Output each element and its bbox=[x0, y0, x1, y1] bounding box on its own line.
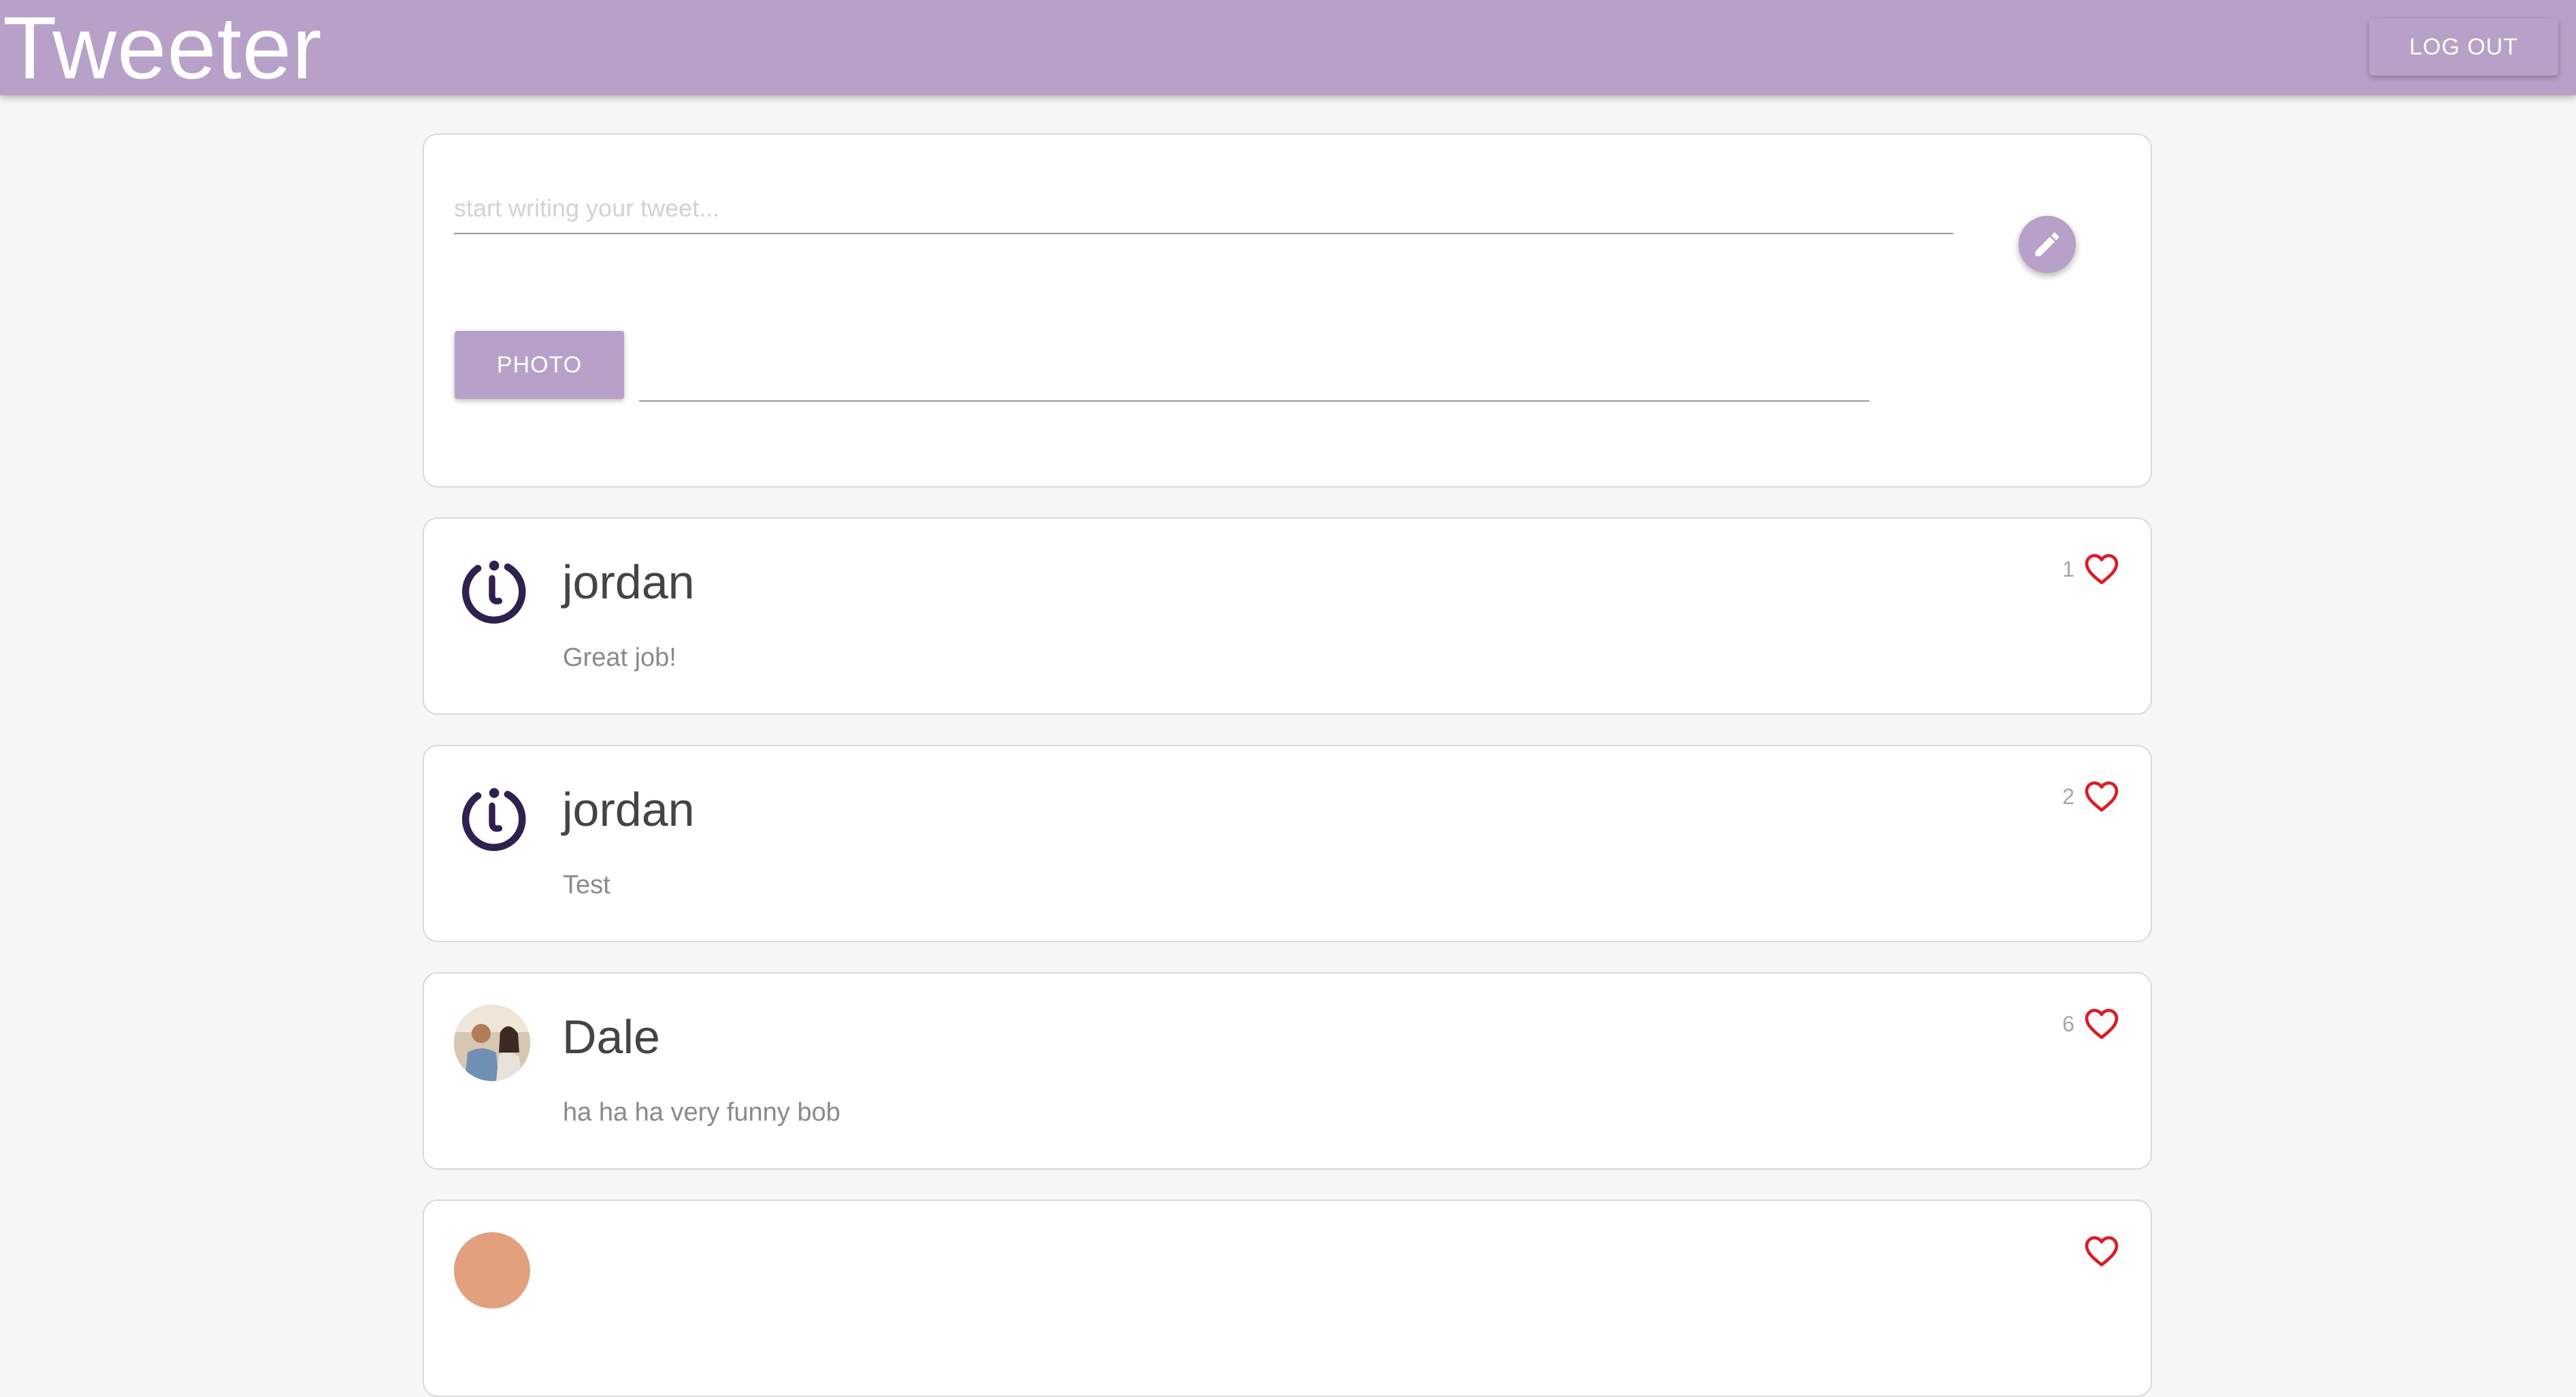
log-out-button[interactable]: LOG OUT bbox=[2369, 18, 2558, 76]
photo-button[interactable]: PHOTO bbox=[455, 331, 624, 399]
tweet-text: ha ha ha very funny bob bbox=[563, 1098, 841, 1127]
avatar[interactable] bbox=[454, 1232, 530, 1308]
photo-file-field[interactable] bbox=[639, 372, 1870, 402]
post-tweet-button[interactable] bbox=[2019, 216, 2076, 273]
like-count: 2 bbox=[2062, 784, 2074, 809]
logo-avatar-icon bbox=[461, 788, 526, 851]
tweet-card: jordan Great job! 1 bbox=[423, 517, 2152, 715]
like-count: 6 bbox=[2062, 1011, 2074, 1036]
tweet-card: jordan Test 2 bbox=[423, 745, 2152, 942]
like-control: 6 bbox=[2062, 1006, 2119, 1042]
tweet-card bbox=[423, 1200, 2152, 1397]
logo-avatar-icon bbox=[461, 560, 526, 624]
photo-avatar-icon bbox=[454, 1005, 530, 1081]
app-bar: Tweeter LOG OUT bbox=[0, 0, 2576, 95]
tweet-text: Test bbox=[563, 871, 610, 899]
tweet-text: Great job! bbox=[563, 643, 676, 672]
tweet-username[interactable]: jordan bbox=[562, 558, 695, 606]
tweet-card: Dale ha ha ha very funny bob 6 bbox=[423, 972, 2152, 1170]
heart-icon[interactable] bbox=[2084, 1008, 2119, 1040]
avatar[interactable] bbox=[454, 550, 530, 626]
like-control: 2 bbox=[2062, 779, 2119, 814]
app-title: Tweeter bbox=[3, 0, 323, 97]
tweet-username[interactable]: Dale bbox=[562, 1013, 660, 1061]
like-control: 1 bbox=[2062, 551, 2119, 587]
like-control bbox=[2074, 1234, 2119, 1269]
heart-icon[interactable] bbox=[2084, 1236, 2119, 1267]
heart-icon[interactable] bbox=[2084, 781, 2119, 812]
like-count: 1 bbox=[2062, 556, 2074, 581]
avatar[interactable] bbox=[454, 1005, 530, 1081]
heart-icon[interactable] bbox=[2084, 553, 2119, 585]
avatar[interactable] bbox=[454, 777, 530, 854]
tweet-username[interactable]: jordan bbox=[562, 786, 695, 833]
pencil-icon bbox=[2035, 232, 2059, 257]
tweet-input[interactable] bbox=[454, 184, 1953, 234]
